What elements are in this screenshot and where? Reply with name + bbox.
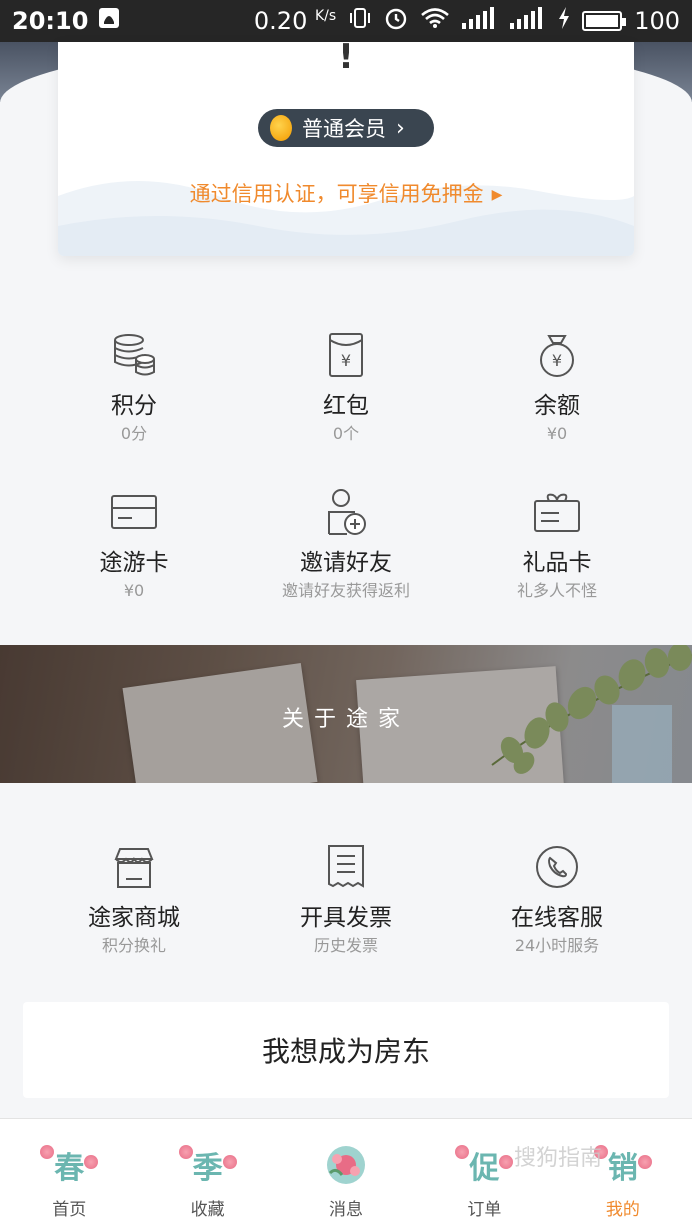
- status-time: 20:10: [12, 7, 89, 35]
- balance-value: ¥0: [546, 424, 568, 443]
- flower-decoration: [222, 1155, 237, 1169]
- flower-decoration: [40, 1145, 55, 1159]
- tour-card-item[interactable]: 途游卡 ¥0: [19, 487, 249, 601]
- invoice-desc: 历史发票: [313, 936, 378, 955]
- gift-card-icon: [442, 487, 672, 537]
- tab-home-label: 首页: [52, 1200, 87, 1220]
- invoice-label: 开具发票: [300, 905, 392, 931]
- flower-decoration: [84, 1155, 99, 1169]
- tab-home[interactable]: 春 首页: [0, 1119, 138, 1230]
- flower-decoration: [499, 1155, 514, 1169]
- become-landlord-button[interactable]: 我想成为房东: [23, 1002, 669, 1098]
- gift-card-item[interactable]: 礼品卡 礼多人不怪: [442, 487, 672, 601]
- tab-mine-label: 我的: [605, 1200, 640, 1220]
- invite-friends-desc: 邀请好友获得返利: [281, 581, 410, 600]
- tab-orders-label: 订单: [467, 1200, 502, 1220]
- invoice-item[interactable]: 开具发票 历史发票: [231, 842, 461, 956]
- credit-auth-text: 通过信用认证，可享信用免押金: [189, 182, 484, 206]
- phone-icon: [442, 842, 672, 892]
- watermark: 搜狗指南: [514, 1146, 603, 1171]
- tab-mine[interactable]: 销 我的: [554, 1119, 692, 1230]
- invite-friends-label: 邀请好友: [300, 550, 392, 576]
- invite-friend-icon: [231, 487, 461, 537]
- customer-service-desc: 24小时服务: [514, 936, 600, 955]
- card-title-fragment: !: [338, 42, 354, 77]
- vibrate-icon: [348, 7, 372, 35]
- triangle-right-icon: ▶: [491, 187, 503, 203]
- notification-icon: [98, 7, 120, 35]
- store-label: 途家商城: [88, 905, 180, 931]
- wifi-icon: [420, 7, 450, 35]
- store-desc: 积分换礼: [101, 936, 166, 955]
- medal-icon: [270, 115, 292, 141]
- signal-icon: [462, 7, 498, 35]
- customer-service-label: 在线客服: [511, 905, 603, 931]
- points-label: 积分: [111, 393, 157, 419]
- home-tab-icon: 春: [0, 1143, 138, 1187]
- points-item[interactable]: 积分 0分: [19, 330, 249, 444]
- gift-card-desc: 礼多人不怪: [516, 581, 597, 600]
- network-speed: 0.20 K/s: [253, 7, 337, 35]
- charging-icon: [558, 7, 570, 35]
- battery-icon: [582, 11, 627, 31]
- card-icon: [19, 487, 249, 537]
- red-envelope-icon: ¥: [231, 330, 461, 380]
- member-level-button[interactable]: 普通会员 ›: [258, 109, 434, 147]
- red-envelope-label: 红包: [323, 393, 369, 419]
- tab-messages[interactable]: 消息: [277, 1119, 415, 1230]
- red-envelope-item[interactable]: ¥ 红包 0个: [231, 330, 461, 444]
- about-banner[interactable]: 关于途家: [0, 645, 692, 783]
- red-envelope-value: 0个: [332, 424, 360, 443]
- svg-text:¥: ¥: [552, 351, 562, 370]
- store-icon: [19, 842, 249, 892]
- signal-icon-2: [510, 7, 546, 35]
- balance-item[interactable]: ¥ 余额 ¥0: [442, 330, 672, 444]
- status-bar: 20:10 0.20 K/s 100: [0, 0, 692, 42]
- about-title: 关于途家: [281, 707, 410, 732]
- store-item[interactable]: 途家商城 积分换礼: [19, 842, 249, 956]
- member-level-label: 普通会员: [302, 117, 386, 141]
- flower-decoration: [637, 1155, 652, 1169]
- flower-decoration: [178, 1145, 193, 1159]
- tour-card-label: 途游卡: [99, 550, 169, 576]
- gift-card-label: 礼品卡: [522, 550, 592, 576]
- money-bag-icon: ¥: [442, 330, 672, 380]
- flower-decoration: [455, 1145, 470, 1159]
- tab-orders[interactable]: 促 订单: [415, 1119, 553, 1230]
- chevron-right-icon: ›: [396, 115, 405, 141]
- tab-favorites[interactable]: 季 收藏: [138, 1119, 276, 1230]
- points-value: 0分: [120, 424, 148, 443]
- messages-tab-icon: [277, 1143, 415, 1187]
- customer-service-item[interactable]: 在线客服 24小时服务: [442, 842, 672, 956]
- member-card: ! 普通会员 › 通过信用认证，可享信用免押金 ▶: [58, 42, 634, 256]
- tour-card-value: ¥0: [123, 581, 145, 600]
- alarm-icon: [384, 6, 408, 36]
- svg-text:¥: ¥: [341, 351, 351, 370]
- tab-messages-label: 消息: [329, 1200, 364, 1220]
- battery-level: 100: [634, 7, 680, 35]
- coins-icon: [19, 330, 249, 380]
- bottom-tab-bar: 春 首页 季 收藏 消息 促 订单 销 我的: [0, 1118, 692, 1230]
- credit-auth-link[interactable]: 通过信用认证，可享信用免押金 ▶: [58, 178, 634, 208]
- balance-label: 余额: [534, 393, 580, 419]
- tab-favorites-label: 收藏: [190, 1200, 225, 1220]
- receipt-icon: [231, 842, 461, 892]
- invite-friends-item[interactable]: 邀请好友 邀请好友获得返利: [231, 487, 461, 601]
- favorites-tab-icon: 季: [138, 1143, 276, 1187]
